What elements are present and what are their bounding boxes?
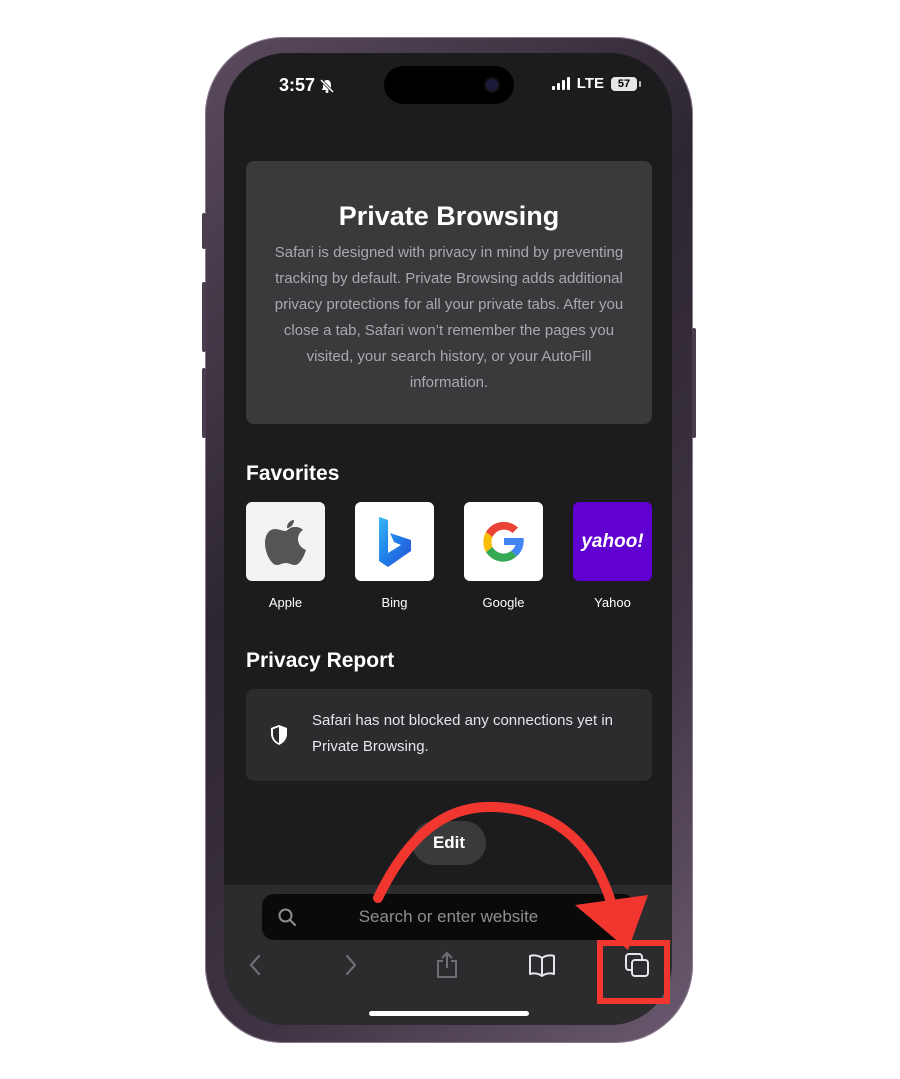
forward-icon — [345, 954, 357, 976]
search-icon — [278, 908, 296, 926]
privacy-report-card[interactable]: Safari has not blocked any connections y… — [246, 689, 652, 781]
favorite-apple[interactable]: Apple — [246, 502, 325, 610]
share-icon — [437, 951, 457, 978]
favorite-label: Google — [482, 595, 525, 610]
google-logo-icon[interactable] — [464, 502, 543, 581]
private-browsing-description: Safari is designed with privacy in mind … — [274, 244, 624, 391]
bookmarks-icon — [529, 954, 555, 977]
private-browsing-title: Private Browsing — [338, 201, 560, 231]
favorite-label: Bing — [381, 595, 408, 610]
camera-icon — [486, 79, 498, 91]
favorite-bing[interactable]: Bing — [355, 502, 434, 610]
favorite-yahoo[interactable]: yahoo! Yahoo — [573, 502, 652, 610]
back-icon — [249, 954, 261, 976]
yahoo-logo-icon[interactable]: yahoo! — [573, 502, 652, 581]
favorites-grid: Apple Bing Google yahoo! Yahoo — [246, 502, 652, 610]
network-type: LTE — [576, 75, 604, 92]
shield-icon — [271, 725, 287, 745]
search-placeholder: Search or enter website — [358, 907, 539, 926]
favorite-google[interactable]: Google — [464, 502, 543, 610]
battery-level: 57 — [617, 77, 631, 90]
apple-logo-icon[interactable] — [246, 502, 325, 581]
bing-logo-icon[interactable] — [355, 502, 434, 581]
phone-screen: 3:57 LTE 57 Private Browsing Safari is d… — [224, 53, 672, 1025]
forward-button[interactable] — [336, 950, 366, 980]
search-bar[interactable]: Search or enter website — [262, 894, 635, 940]
favorite-label: Yahoo — [594, 595, 631, 610]
share-button[interactable] — [432, 950, 462, 980]
back-button[interactable] — [240, 950, 270, 980]
clock: 3:57 — [279, 75, 316, 95]
privacy-report-title: Privacy Report — [246, 649, 395, 672]
favorite-label: Apple — [268, 595, 303, 610]
privacy-report-message: Safari has not blocked any connections y… — [312, 712, 614, 755]
tabs-icon — [625, 953, 649, 977]
status-time: 3:57 — [279, 75, 335, 96]
silent-bell-icon — [319, 78, 335, 93]
tabs-button[interactable] — [622, 950, 652, 980]
cellular-signal-icon — [551, 77, 570, 90]
volume-up-button — [202, 282, 206, 352]
bookmarks-button[interactable] — [527, 950, 557, 980]
private-browsing-card: Private Browsing Safari is designed with… — [246, 161, 652, 424]
status-indicators: LTE 57 — [551, 75, 641, 92]
dynamic-island — [384, 66, 514, 104]
favorites-title: Favorites — [246, 462, 340, 485]
power-button — [692, 328, 696, 438]
volume-down-button — [202, 368, 206, 438]
battery-icon: 57 — [611, 76, 641, 91]
yahoo-logo-text: yahoo! — [581, 530, 644, 552]
action-button — [202, 213, 206, 249]
home-indicator — [369, 1011, 529, 1016]
edit-button[interactable]: Edit — [412, 821, 486, 865]
